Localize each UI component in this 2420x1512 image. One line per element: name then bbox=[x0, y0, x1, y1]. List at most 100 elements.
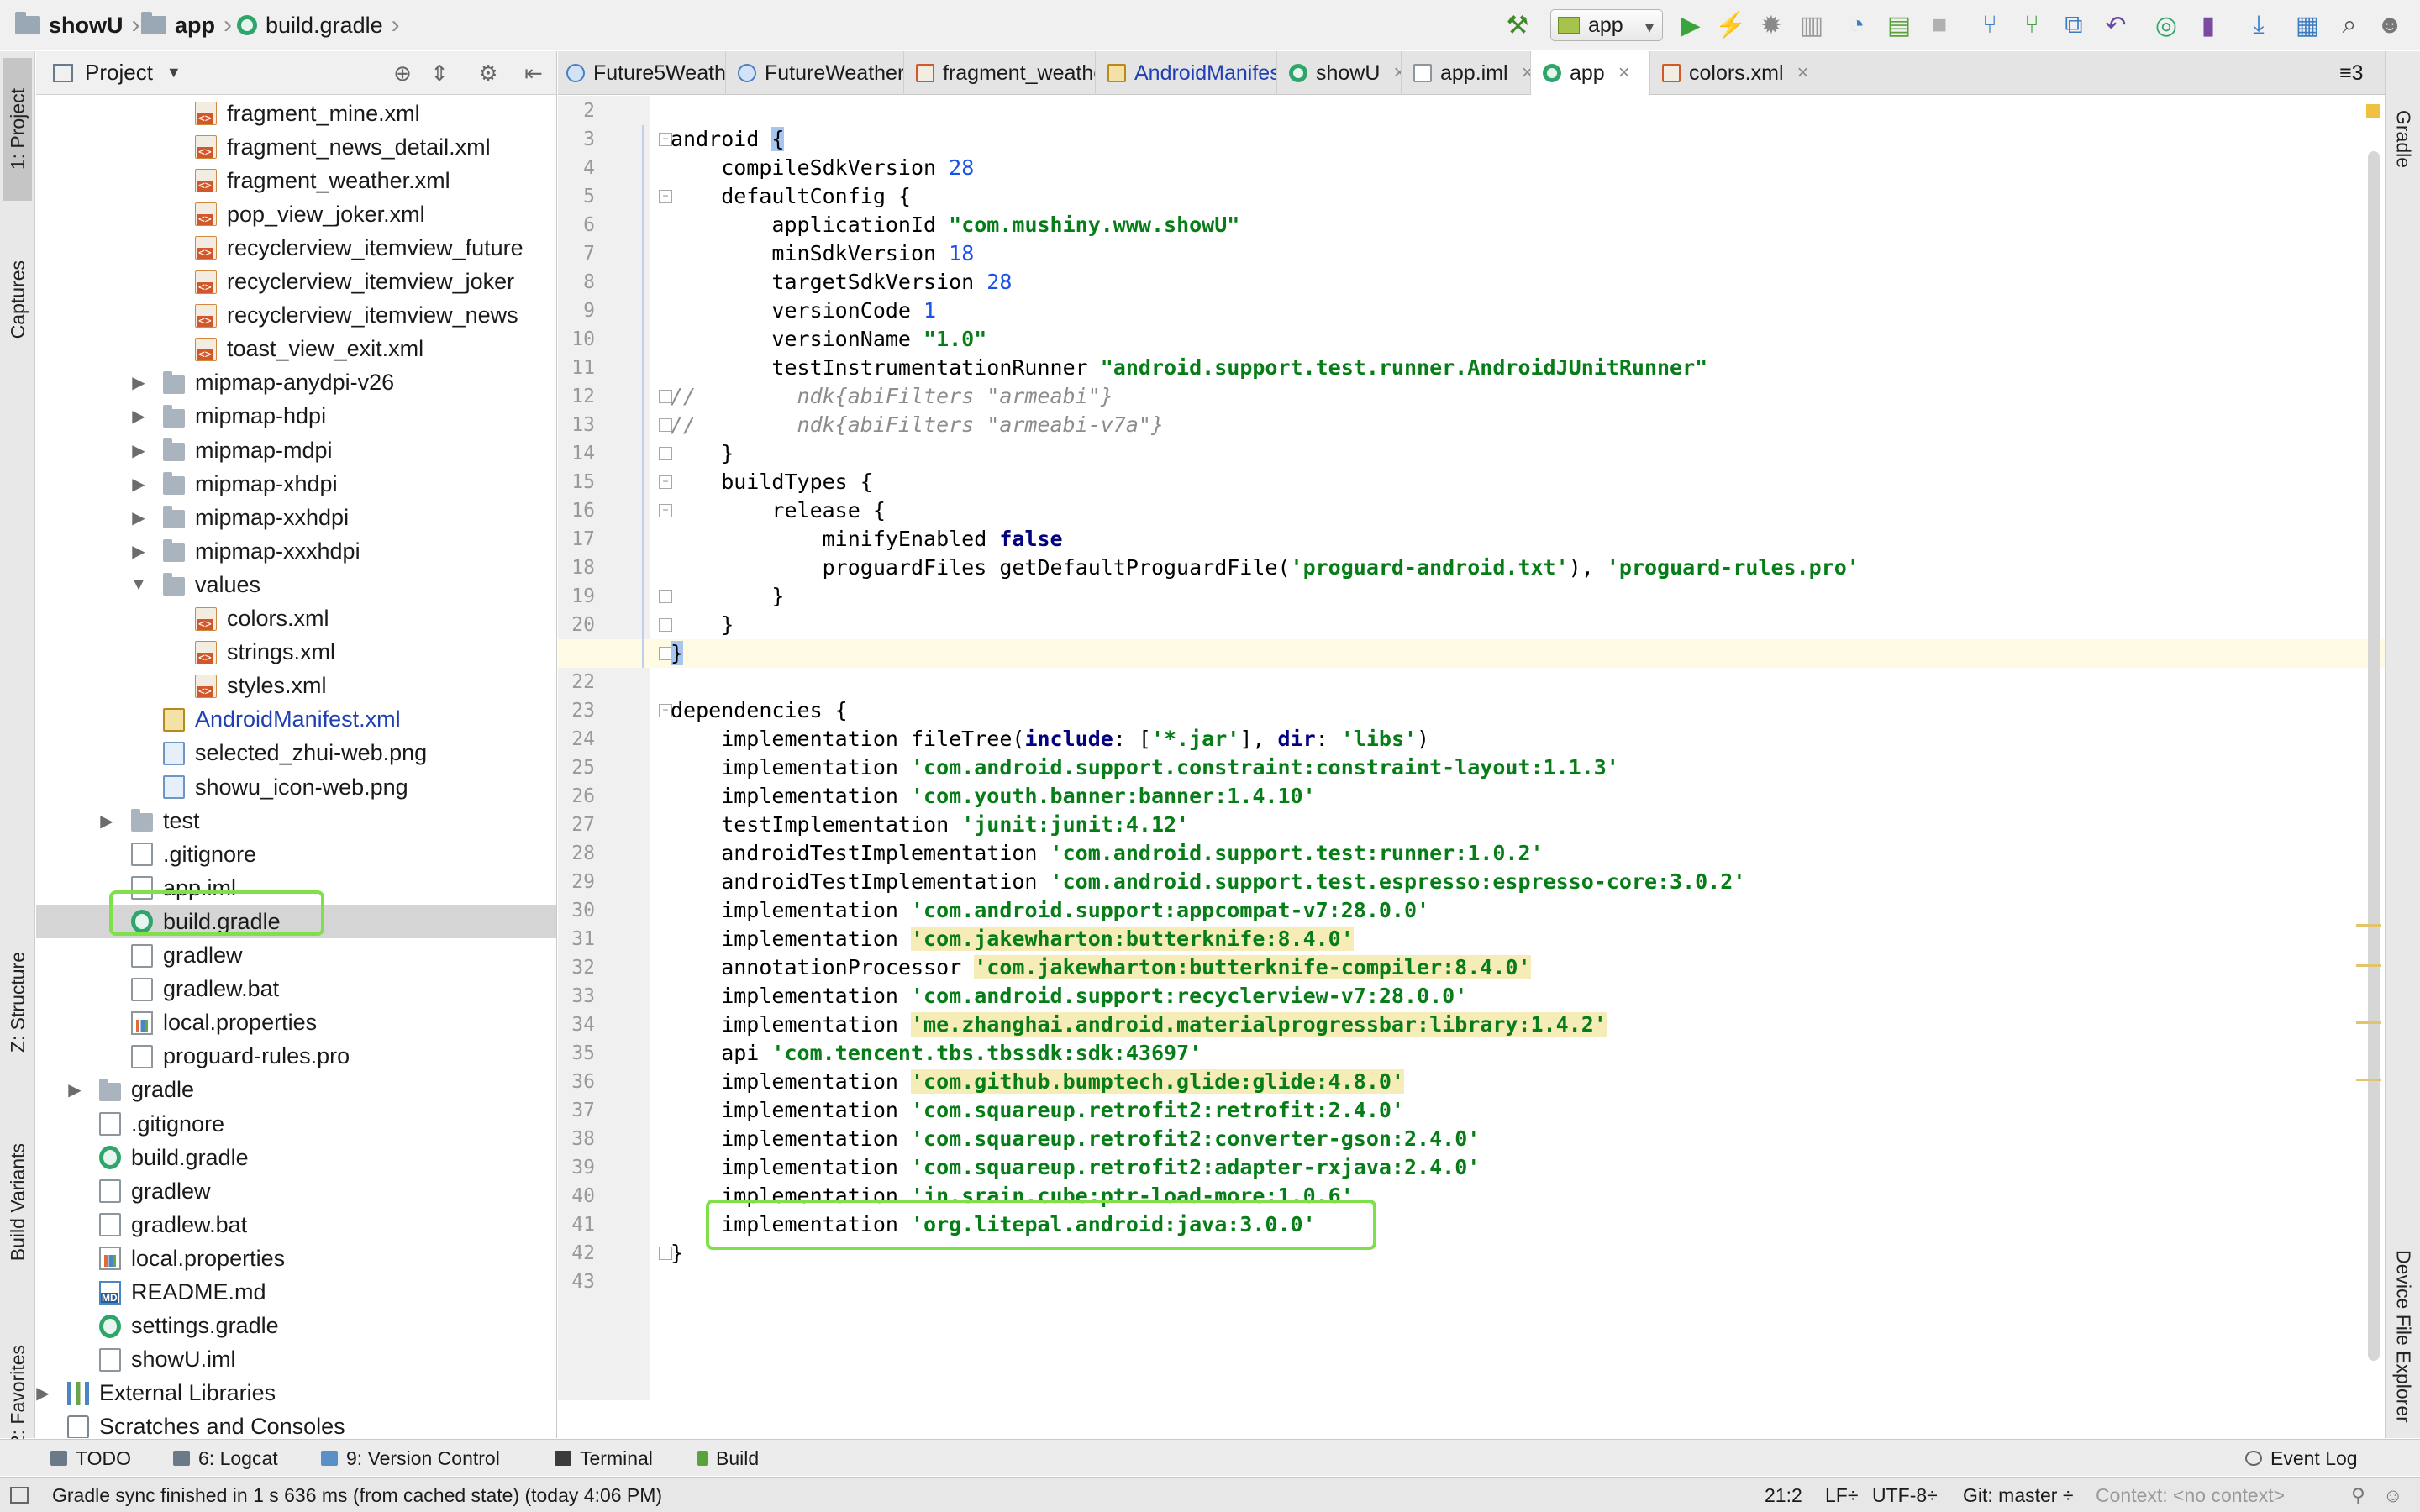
tool-windows-toggle[interactable] bbox=[10, 1478, 29, 1512]
line-separator[interactable]: LF÷ bbox=[1825, 1478, 1858, 1512]
tab-build[interactable]: Build bbox=[697, 1440, 759, 1477]
tree-item[interactable]: ▶ mipmap-xhdpi bbox=[36, 467, 556, 501]
chevron-right-icon[interactable]: ▶ bbox=[97, 811, 116, 832]
git-branch[interactable]: Git: master ÷ bbox=[1963, 1478, 2073, 1512]
tree-item[interactable]: ▼ values bbox=[36, 568, 556, 601]
chevron-right-icon[interactable]: ▶ bbox=[66, 1079, 84, 1100]
tree-item[interactable]: fragment_news_detail.xml bbox=[36, 130, 556, 164]
error-stripe-mark[interactable] bbox=[2356, 1079, 2381, 1081]
locate-icon[interactable]: ⊕ bbox=[387, 58, 418, 88]
apply-changes-icon[interactable]: ⚡ bbox=[1715, 10, 1746, 40]
tree-item[interactable]: ▶ mipmap-xxhdpi bbox=[36, 501, 556, 534]
tree-item[interactable]: ▶ gradle bbox=[36, 1074, 556, 1107]
tree-item[interactable]: recyclerview_itemview_joker bbox=[36, 265, 556, 299]
close-icon[interactable]: × bbox=[1797, 61, 1809, 85]
breadcrumb-project[interactable]: showU › bbox=[15, 0, 140, 50]
close-icon[interactable]: × bbox=[1618, 61, 1630, 85]
tab-gradle[interactable]: Gradle bbox=[2389, 85, 2417, 194]
tree-item[interactable]: fragment_mine.xml bbox=[36, 97, 556, 130]
editor-tab[interactable]: colors.xml × bbox=[1650, 51, 1833, 95]
tree-item[interactable]: toast_view_exit.xml bbox=[36, 333, 556, 366]
debug-icon[interactable]: ✹ bbox=[1756, 10, 1786, 40]
sync-icon[interactable]: ◎ bbox=[2151, 10, 2181, 40]
tree-item[interactable]: .gitignore bbox=[36, 1107, 556, 1141]
tab-structure[interactable]: Z: Structure bbox=[3, 918, 32, 1086]
sdk-manager-icon[interactable]: ⤓ bbox=[2244, 10, 2274, 40]
revert-icon[interactable]: ↶ bbox=[2101, 10, 2131, 40]
close-icon[interactable]: × bbox=[1393, 61, 1401, 85]
tree-item[interactable]: strings.xml bbox=[36, 636, 556, 669]
tree-item[interactable]: ▶ test bbox=[36, 804, 556, 837]
tree-item[interactable]: ▶ mipmap-mdpi bbox=[36, 433, 556, 467]
tree-item[interactable]: ▶ mipmap-hdpi bbox=[36, 400, 556, 433]
tree-item[interactable]: recyclerview_itemview_news bbox=[36, 299, 556, 333]
tree-item[interactable]: build.gradle bbox=[36, 1141, 556, 1174]
error-stripe-mark[interactable] bbox=[2356, 924, 2381, 927]
tab-logcat[interactable]: 6: Logcat bbox=[173, 1440, 278, 1477]
tree-item[interactable]: showU.iml bbox=[36, 1343, 556, 1377]
compare-icon[interactable]: ⧉ bbox=[2059, 10, 2089, 40]
file-encoding[interactable]: UTF-8÷ bbox=[1872, 1478, 1938, 1512]
tree-item[interactable]: gradlew bbox=[36, 1174, 556, 1208]
hide-panel-icon[interactable]: ⇤ bbox=[518, 58, 549, 88]
vcs-update-icon[interactable]: ⑂ bbox=[1975, 10, 2005, 40]
tree-item[interactable]: .gitignore bbox=[36, 837, 556, 871]
tree-item[interactable]: showu_icon-web.png bbox=[36, 770, 556, 804]
collapse-all-icon[interactable]: ⇕ bbox=[424, 58, 455, 88]
tree-item[interactable]: AndroidManifest.xml bbox=[36, 703, 556, 737]
breadcrumb-file[interactable]: build.gradle › bbox=[237, 0, 400, 50]
tab-terminal[interactable]: Terminal bbox=[555, 1440, 653, 1477]
editor-tab[interactable]: Future5WeatherEntity.java× bbox=[555, 51, 726, 95]
avd-manager-icon[interactable]: ▮ bbox=[2193, 10, 2223, 40]
tree-item[interactable]: proguard-rules.pro bbox=[36, 1040, 556, 1074]
chevron-right-icon[interactable]: ▶ bbox=[129, 440, 148, 461]
editor-tab[interactable]: app.iml × bbox=[1402, 51, 1531, 95]
tree-item[interactable]: settings.gradle bbox=[36, 1310, 556, 1343]
apk-icon[interactable]: ▤ bbox=[1884, 10, 1914, 40]
editor-tab[interactable]: showU × bbox=[1277, 51, 1402, 95]
search-icon[interactable]: ⌕ bbox=[2334, 10, 2365, 40]
caret-position[interactable]: 21:2 bbox=[1765, 1478, 1802, 1512]
status-message[interactable]: Gradle sync finished in 1 s 636 ms (from… bbox=[52, 1478, 662, 1512]
tab-todo[interactable]: TODO bbox=[50, 1440, 131, 1477]
chevron-right-icon[interactable]: ▶ bbox=[36, 1383, 52, 1404]
close-icon[interactable]: × bbox=[1522, 61, 1530, 85]
tree-item[interactable]: gradlew bbox=[36, 939, 556, 973]
tab-build-variants[interactable]: Build Variants bbox=[3, 1101, 32, 1303]
tab-event-log[interactable]: Event Log bbox=[2245, 1440, 2358, 1477]
tab-captures[interactable]: Captures bbox=[3, 216, 32, 384]
editor-tab[interactable]: app × bbox=[1531, 51, 1650, 95]
tree-item[interactable]: Scratches and Consoles bbox=[36, 1410, 556, 1438]
tree-item[interactable]: README.md bbox=[36, 1276, 556, 1310]
project-structure-icon[interactable]: ▦ bbox=[2292, 10, 2323, 40]
tab-device-file-explorer[interactable]: Device File Explorer bbox=[2389, 1210, 2417, 1462]
make-icon[interactable]: ⚒ bbox=[1502, 10, 1533, 40]
tree-item[interactable]: local.properties bbox=[36, 1242, 556, 1275]
tree-item[interactable]: ▶ External Libraries bbox=[36, 1377, 556, 1410]
inspector-icon[interactable]: ☺ bbox=[2383, 1478, 2402, 1512]
breadcrumb-module[interactable]: app › bbox=[141, 0, 232, 50]
stop-icon[interactable]: ■ bbox=[1924, 10, 1954, 40]
tree-item[interactable]: recyclerview_itemview_future bbox=[36, 231, 556, 265]
lock-icon[interactable]: ⚲ bbox=[2351, 1478, 2365, 1512]
tree-item[interactable]: ▶ mipmap-anydpi-v26 bbox=[36, 366, 556, 400]
tree-item[interactable]: gradlew.bat bbox=[36, 1208, 556, 1242]
run-icon[interactable]: ▶ bbox=[1676, 10, 1706, 40]
run-configuration-select[interactable]: app ▾ bbox=[1550, 9, 1663, 41]
user-icon[interactable]: ☻ bbox=[2375, 10, 2405, 40]
tab-project[interactable]: 1: Project bbox=[3, 58, 32, 201]
chevron-right-icon[interactable]: ▶ bbox=[129, 541, 148, 562]
tree-item[interactable]: pop_view_joker.xml bbox=[36, 197, 556, 231]
tree-item[interactable]: fragment_weather.xml bbox=[36, 164, 556, 197]
project-view-select[interactable]: Project ▼ bbox=[53, 60, 182, 86]
attach-debugger-icon[interactable]: ◔ bbox=[1842, 10, 1872, 40]
tree-item[interactable]: local.properties bbox=[36, 1006, 556, 1040]
vcs-commit-icon[interactable]: ⑂ bbox=[2017, 10, 2047, 40]
chevron-right-icon[interactable]: ▶ bbox=[129, 474, 148, 495]
tree-item[interactable]: selected_zhui-web.png bbox=[36, 737, 556, 770]
chevron-right-icon[interactable]: ▶ bbox=[129, 507, 148, 528]
context-indicator[interactable]: Context: <no context> bbox=[2096, 1478, 2285, 1512]
profile-icon[interactable]: ▥ bbox=[1797, 10, 1827, 40]
chevron-down-icon[interactable]: ▼ bbox=[129, 575, 148, 595]
error-stripe-mark[interactable] bbox=[2356, 1021, 2381, 1024]
